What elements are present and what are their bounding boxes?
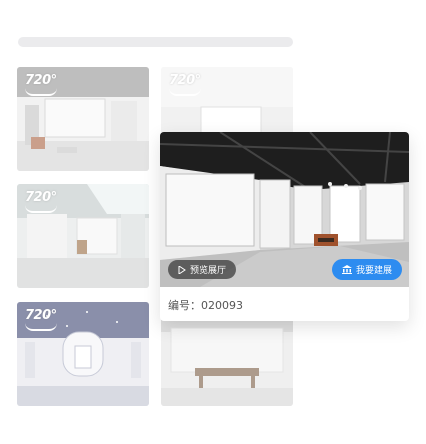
preview-exhibition-label: 预览展厅 — [189, 266, 226, 276]
panorama-720-icon: 720° — [169, 73, 203, 97]
panorama-720-icon: 720° — [25, 308, 59, 332]
play-icon — [178, 265, 186, 274]
panorama-720-icon: 720° — [25, 190, 59, 214]
gallery-tile[interactable]: 720° — [17, 67, 149, 171]
gallery-tile[interactable]: 720° — [17, 302, 149, 406]
gallery-page: 720° 720° 720° 720° 预览展厅 我要建展 编号：020093 — [0, 0, 426, 444]
museum-icon — [341, 265, 352, 274]
panorama-720-icon: 720° — [25, 73, 59, 97]
build-exhibition-button[interactable]: 我要建展 — [332, 259, 402, 280]
exhibition-card[interactable] — [160, 132, 409, 321]
exhibition-serial: 编号：020093 — [168, 297, 243, 313]
build-exhibition-label: 我要建展 — [355, 266, 392, 276]
serial-label: 编号： — [168, 299, 201, 312]
serial-value: 020093 — [201, 299, 243, 312]
gallery-tile[interactable]: 720° — [17, 184, 149, 288]
preview-exhibition-button[interactable]: 预览展厅 — [168, 260, 236, 279]
search-bar[interactable] — [18, 37, 293, 47]
